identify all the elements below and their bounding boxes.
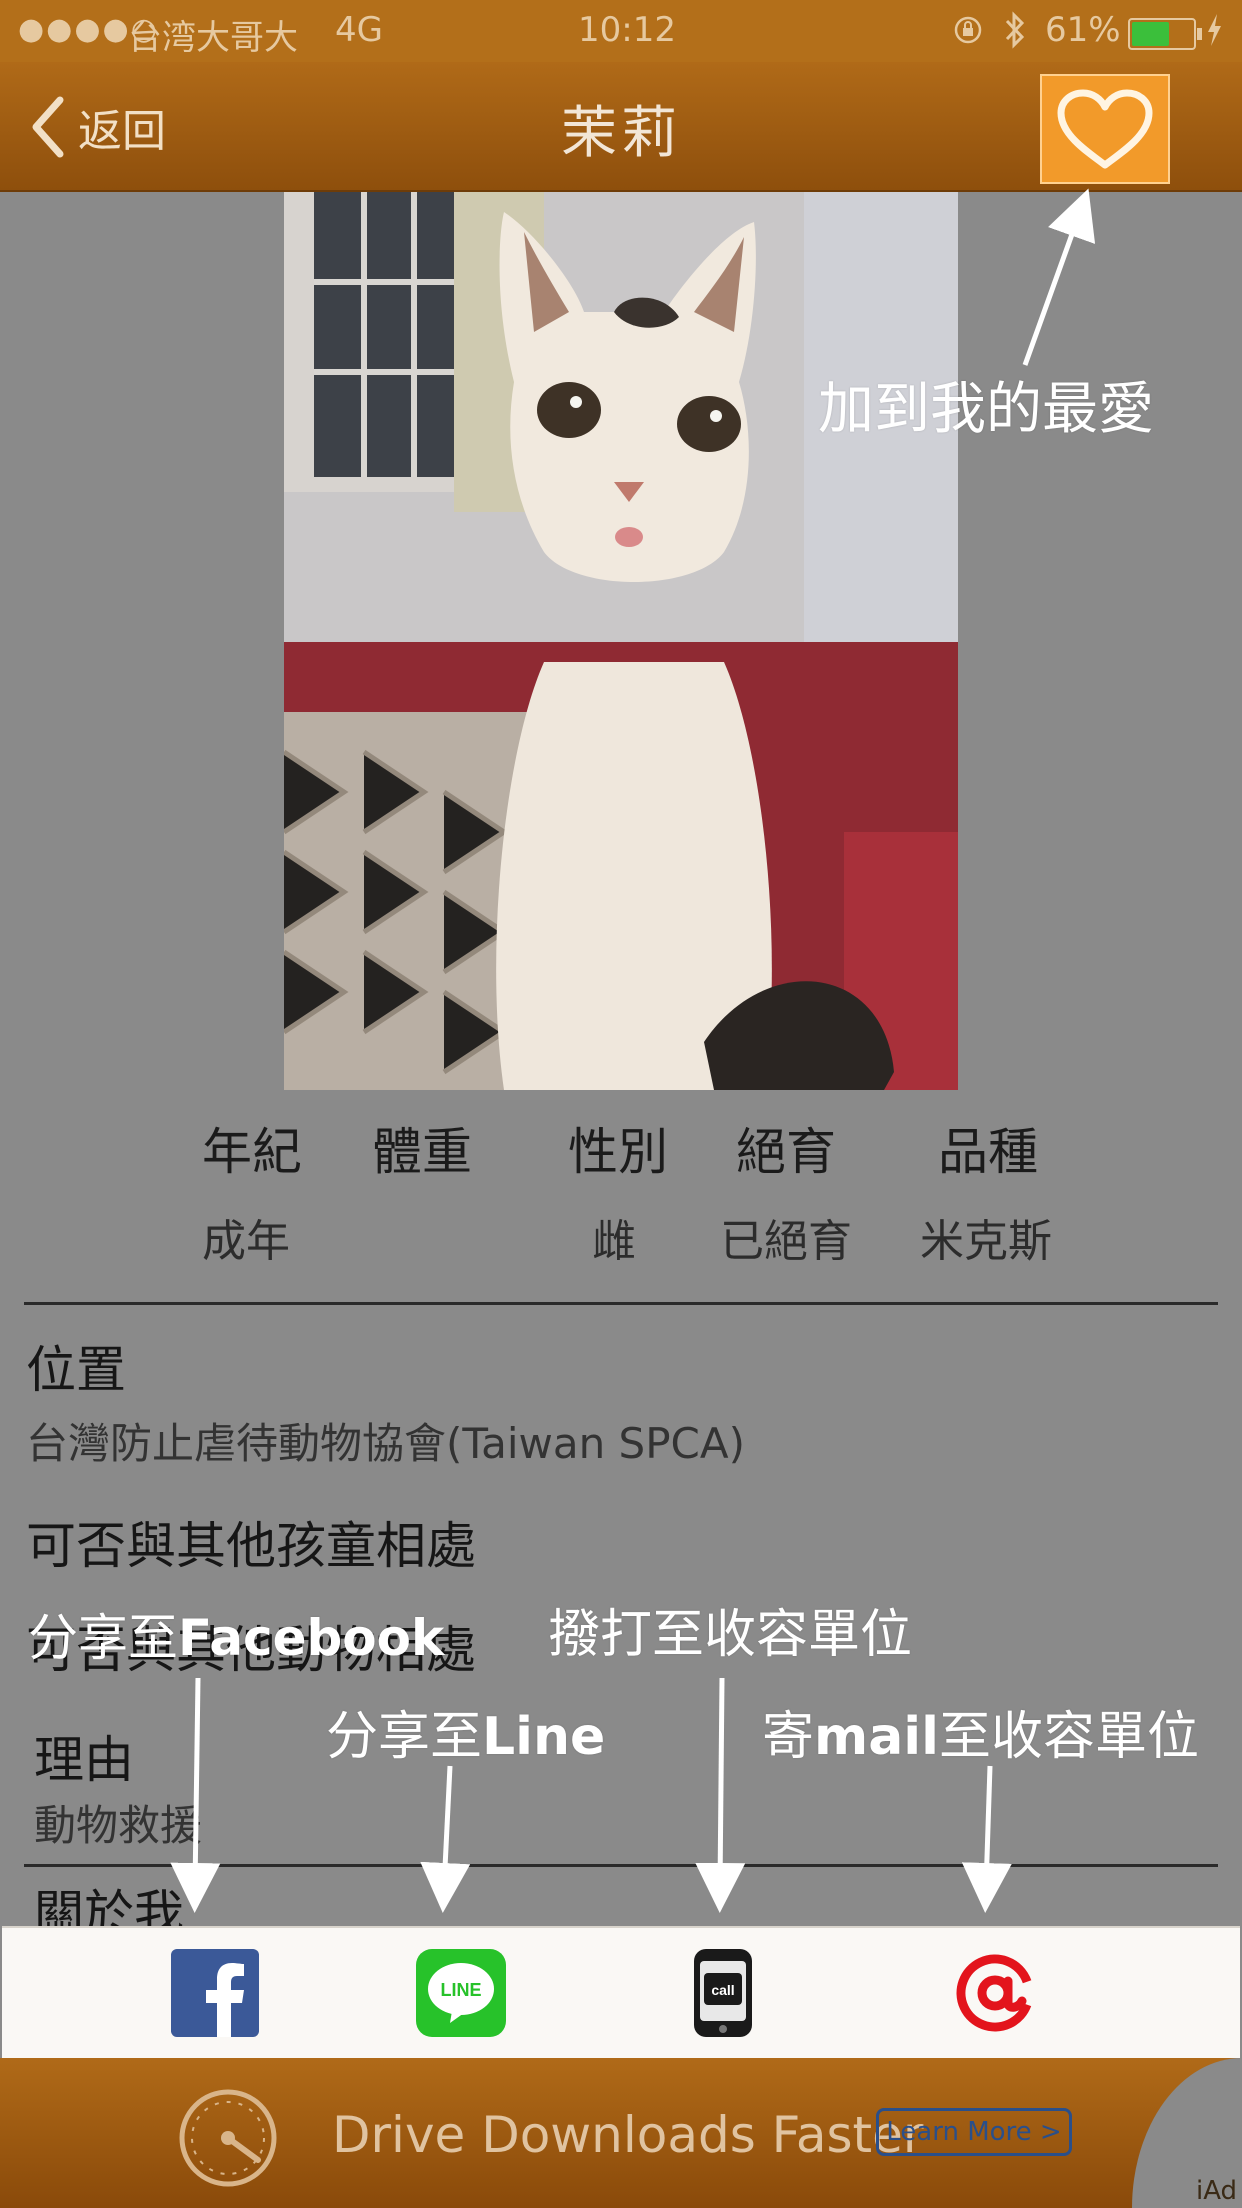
mail-annotation: 寄mail至收容單位 bbox=[762, 1694, 1199, 1769]
favorite-button[interactable] bbox=[1040, 74, 1170, 184]
stat-value-breed: 米克斯 bbox=[920, 1216, 1052, 1267]
call-annotation: 撥打至收容單位 bbox=[548, 1605, 913, 1665]
line-icon-text: LINE bbox=[440, 1980, 481, 2000]
heart-icon bbox=[1057, 89, 1153, 169]
battery-level bbox=[1132, 22, 1169, 46]
ad-learn-more-button[interactable]: Learn More > bbox=[876, 2108, 1072, 2156]
line-annotation-brand: Line bbox=[482, 1707, 606, 1767]
arrow-favorite bbox=[1022, 188, 1096, 366]
stat-label-age: 年紀 bbox=[202, 1123, 302, 1181]
battery-percent: 61% bbox=[1045, 10, 1121, 50]
stat-value-gender: 雌 bbox=[592, 1216, 636, 1267]
battery-icon bbox=[1128, 18, 1202, 50]
charging-bolt-icon bbox=[1204, 10, 1224, 59]
call-icon-text: call bbox=[711, 1982, 734, 1998]
stat-label-gender: 性別 bbox=[568, 1123, 668, 1181]
battery-tip bbox=[1197, 28, 1202, 40]
stat-label-breed: 品種 bbox=[938, 1123, 1038, 1181]
bluetooth-icon bbox=[1002, 10, 1028, 59]
arrow-facebook bbox=[170, 1677, 221, 1913]
facebook-annotation-brand: Facebook bbox=[178, 1609, 445, 1667]
section-divider bbox=[24, 1864, 1218, 1867]
stat-value-neutered: 已絕育 bbox=[720, 1216, 852, 1267]
network-type: 4G bbox=[335, 10, 383, 50]
at-sign-icon bbox=[956, 1954, 1034, 2032]
ad-banner[interactable]: Drive Downloads Faster Learn More > iAd bbox=[0, 2058, 1242, 2208]
speedometer-icon bbox=[179, 2089, 277, 2187]
email-shelter-button[interactable] bbox=[950, 1948, 1040, 2038]
location-value: 台灣防止虐待動物協會(Taiwan SPCA) bbox=[26, 1419, 745, 1468]
line-annotation: 分享至Line bbox=[326, 1694, 605, 1769]
ad-headline: Drive Downloads Faster bbox=[332, 2106, 924, 2164]
share-line-button[interactable]: LINE bbox=[416, 1948, 506, 2038]
facebook-annotation-prefix: 分享至 bbox=[28, 1609, 178, 1667]
stat-label-weight: 體重 bbox=[372, 1123, 472, 1181]
phone-call-icon: call bbox=[694, 1949, 752, 2037]
section-divider bbox=[24, 1302, 1218, 1305]
call-shelter-button[interactable]: call bbox=[678, 1948, 768, 2038]
rotation-lock-icon bbox=[953, 14, 983, 44]
arrow-line bbox=[420, 1765, 471, 1913]
status-bar: ●●●●○ 台湾大哥大 4G 10:12 61% bbox=[0, 0, 1242, 62]
arrow-call bbox=[695, 1677, 746, 1913]
mail-annotation-prefix: 寄 bbox=[762, 1707, 815, 1767]
children-compat-heading: 可否與其他孩童相處 bbox=[26, 1517, 476, 1575]
pet-photo bbox=[284, 192, 958, 1090]
stat-value-age: 成年 bbox=[202, 1216, 290, 1267]
location-heading: 位置 bbox=[26, 1341, 126, 1399]
favorite-annotation: 加到我的最愛 bbox=[818, 377, 1154, 442]
clock: 10:12 bbox=[578, 10, 676, 50]
reason-heading: 理由 bbox=[34, 1731, 134, 1789]
share-toolbar: LINE call bbox=[2, 1926, 1240, 2060]
mail-annotation-word: mail bbox=[814, 1707, 939, 1767]
line-icon: LINE bbox=[416, 1949, 506, 2037]
mail-annotation-suffix: 至收容單位 bbox=[938, 1707, 1199, 1767]
navigation-bar: 返回 茉莉 bbox=[0, 62, 1242, 192]
line-annotation-prefix: 分享至 bbox=[326, 1707, 483, 1767]
arrow-mail bbox=[961, 1765, 1012, 1913]
iad-badge: iAd bbox=[1196, 2176, 1238, 2206]
share-facebook-button[interactable] bbox=[170, 1948, 260, 2038]
reason-value: 動物救援 bbox=[34, 1801, 203, 1850]
facebook-icon bbox=[171, 1949, 259, 2037]
stat-label-neutered: 絕育 bbox=[736, 1123, 836, 1181]
carrier-name: 台湾大哥大 bbox=[128, 18, 298, 58]
facebook-annotation: 分享至Facebook bbox=[28, 1598, 444, 1670]
